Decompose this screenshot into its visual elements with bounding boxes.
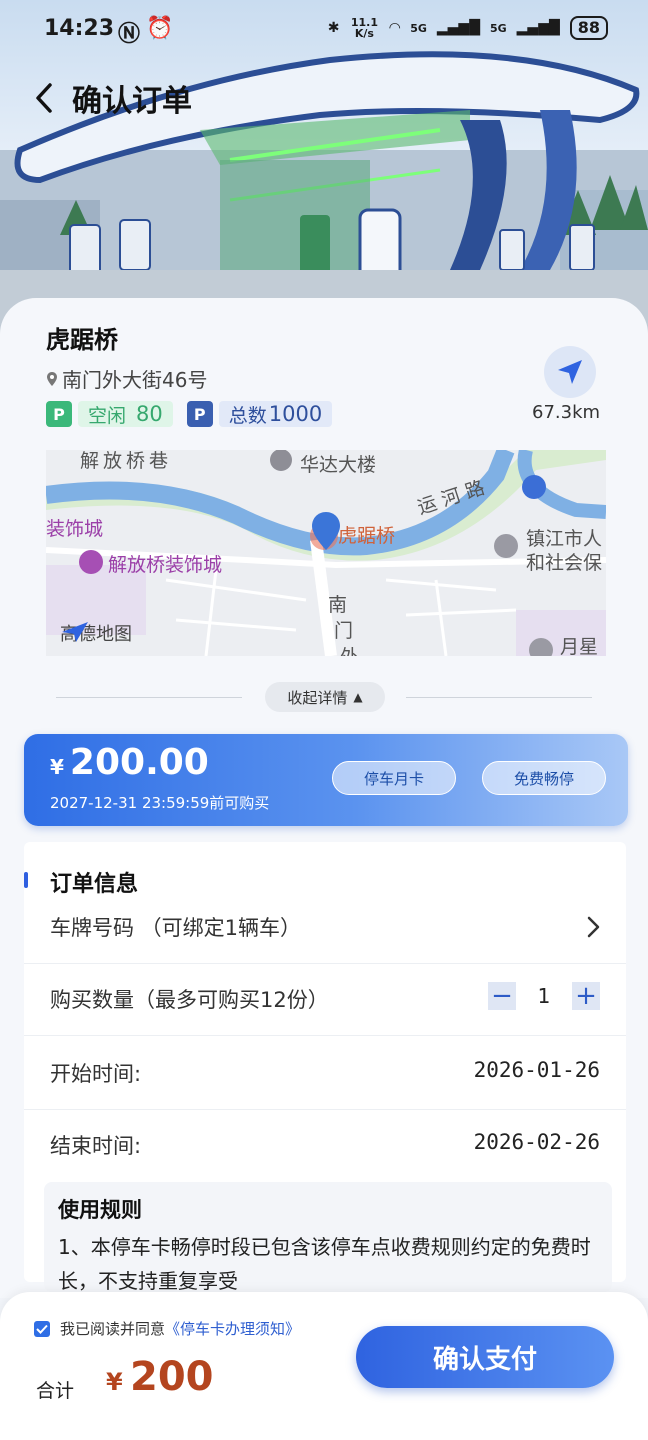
increment-button[interactable]: + bbox=[572, 982, 600, 1010]
agree-text: 我已阅读并同意《停车卡办理须知》 bbox=[60, 1320, 301, 1338]
total-spaces-tag: P 总数 1000 bbox=[186, 400, 333, 428]
start-time-value: 2026-01-26 bbox=[473, 1058, 600, 1082]
map-label: 虎踞桥 bbox=[338, 525, 396, 547]
divider bbox=[56, 697, 242, 698]
map-provider-logo: 高德地图 bbox=[60, 620, 132, 646]
navigate-button[interactable] bbox=[544, 346, 596, 398]
distance-text: 67.3km bbox=[532, 402, 601, 423]
station-name: 虎踞桥 bbox=[46, 326, 118, 354]
decrement-button[interactable]: − bbox=[488, 982, 516, 1010]
start-time-row: 开始时间: 2026-01-26 bbox=[24, 1038, 626, 1110]
map-label: 南 bbox=[328, 594, 348, 616]
price-card: ¥ 200.00 2027-12-31 23:59:59前可购买 停车月卡 免费… bbox=[24, 734, 628, 826]
plate-row[interactable]: 车牌号码 （可绑定1辆车） bbox=[24, 892, 626, 964]
alarm-icon: ⏰ bbox=[146, 16, 174, 41]
bluetooth-icon: ✱ bbox=[327, 20, 340, 36]
section-marker bbox=[24, 872, 28, 888]
rules-title: 使用规则 bbox=[58, 1198, 142, 1222]
total-label: 总数 bbox=[228, 404, 267, 427]
free-parking-button[interactable]: 免费畅停 bbox=[482, 761, 606, 795]
check-icon bbox=[36, 1324, 48, 1334]
checkout-bar: 我已阅读并同意《停车卡办理须知》 合计 ¥ 200 确认支付 bbox=[0, 1292, 648, 1440]
start-time-label: 开始时间: bbox=[50, 1062, 142, 1086]
free-spaces-tag: P 空闲 80 bbox=[46, 400, 173, 428]
map-label: 门 bbox=[334, 620, 354, 642]
total-amount: 200 bbox=[130, 1354, 214, 1400]
status-time: 14:23 bbox=[44, 16, 115, 41]
total-label: 合计 bbox=[36, 1380, 75, 1402]
amap-logo-icon bbox=[62, 622, 88, 642]
price-amount: 200.00 bbox=[69, 742, 209, 783]
map-label: 解放桥巷 bbox=[80, 450, 173, 472]
free-label: 空闲 bbox=[88, 404, 127, 427]
caret-up-icon: ▲ bbox=[353, 690, 363, 704]
location-map[interactable]: 解放桥巷 华达大楼 运河路 装饰城 虎踞桥 镇江市人 和社会保 解放桥装饰城 南… bbox=[46, 450, 606, 656]
nfc-icon: Ⓝ bbox=[118, 22, 141, 47]
quantity-row: 购买数量（最多可购买12份） − 1 + bbox=[24, 964, 626, 1036]
end-time-row: 结束时间: 2026-02-26 bbox=[24, 1110, 626, 1182]
quantity-label: 购买数量（最多可购买12份） bbox=[50, 988, 329, 1012]
agree-checkbox[interactable] bbox=[34, 1320, 50, 1337]
chevron-left-icon bbox=[36, 83, 52, 113]
terms-link[interactable]: 《停车卡办理须知》 bbox=[165, 1320, 300, 1338]
map-label: 和社会保 bbox=[526, 552, 603, 574]
price: ¥ 200.00 bbox=[50, 742, 209, 783]
divider bbox=[406, 697, 592, 698]
station-address: 南门外大街46号 bbox=[46, 364, 207, 393]
wifi-icon: ◠ bbox=[389, 20, 401, 36]
monthly-card-button[interactable]: 停车月卡 bbox=[332, 761, 456, 795]
parking-icon: P bbox=[46, 401, 72, 427]
free-count: 80 bbox=[136, 402, 163, 426]
rules-body: 1、本停车卡畅停时段已包含该停车点收费规则约定的免费时长，不支持重复享受 bbox=[58, 1235, 591, 1292]
end-time-value: 2026-02-26 bbox=[473, 1130, 600, 1154]
navigation-arrow-icon bbox=[558, 360, 582, 384]
map-label: 华达大楼 bbox=[300, 454, 377, 476]
status-bar: 14:23 Ⓝ ⏰ ✱ 11.1 K/s ◠ 5G ▂▄▆█ 5G ▂▄▆█ 8… bbox=[0, 0, 648, 60]
map-label: 外 bbox=[340, 642, 359, 656]
agreement: 我已阅读并同意《停车卡办理须知》 bbox=[34, 1318, 300, 1339]
location-pin-icon bbox=[47, 371, 57, 386]
price-currency: ¥ bbox=[50, 755, 64, 779]
quantity-value: 1 bbox=[537, 984, 551, 1008]
confirm-pay-button[interactable]: 确认支付 bbox=[356, 1326, 614, 1388]
address-text: 南门外大街46号 bbox=[62, 368, 208, 392]
collapse-details-button[interactable]: 收起详情 ▲ bbox=[265, 682, 385, 712]
battery-icon: 88 bbox=[569, 16, 608, 40]
map-label: 解放桥装饰城 bbox=[108, 554, 223, 576]
collapse-label: 收起详情 bbox=[287, 688, 348, 707]
end-time-label: 结束时间: bbox=[50, 1134, 142, 1158]
page-title: 确认订单 bbox=[72, 84, 192, 119]
map-label: 装饰城 bbox=[46, 518, 104, 540]
purchase-deadline: 2027-12-31 23:59:59前可购买 bbox=[50, 794, 270, 812]
signal-bars-icon-2: ▂▄▆█ bbox=[516, 20, 560, 36]
quantity-stepper: − 1 + bbox=[488, 982, 600, 1010]
signal-icon-1: 5G bbox=[410, 21, 427, 35]
chevron-right-icon bbox=[587, 916, 600, 938]
total-count: 1000 bbox=[268, 402, 323, 426]
parking-icon: P bbox=[186, 401, 213, 427]
map-label: 镇江市人 bbox=[526, 528, 603, 550]
back-button[interactable] bbox=[30, 80, 58, 116]
parking-tags: P 空闲 80 P 总数 1000 bbox=[46, 400, 333, 428]
signal-icon-2: 5G bbox=[489, 21, 507, 35]
net-speed: 11.1 K/s bbox=[350, 16, 378, 40]
collapse-row: 收起详情 ▲ bbox=[56, 682, 592, 712]
signal-bars-icon-1: ▂▄▆█ bbox=[436, 20, 480, 36]
plate-label: 车牌号码 （可绑定1辆车） bbox=[50, 916, 302, 940]
total-currency: ¥ bbox=[106, 1368, 123, 1396]
page-header: 确认订单 bbox=[30, 76, 192, 120]
order-info-panel: 订单信息 车牌号码 （可绑定1辆车） 购买数量（最多可购买12份） − 1 + … bbox=[24, 842, 626, 1292]
map-label: 月星 bbox=[560, 636, 599, 656]
usage-rules: 使用规则 1、本停车卡畅停时段已包含该停车点收费规则约定的免费时长，不支持重复享… bbox=[44, 1182, 612, 1292]
